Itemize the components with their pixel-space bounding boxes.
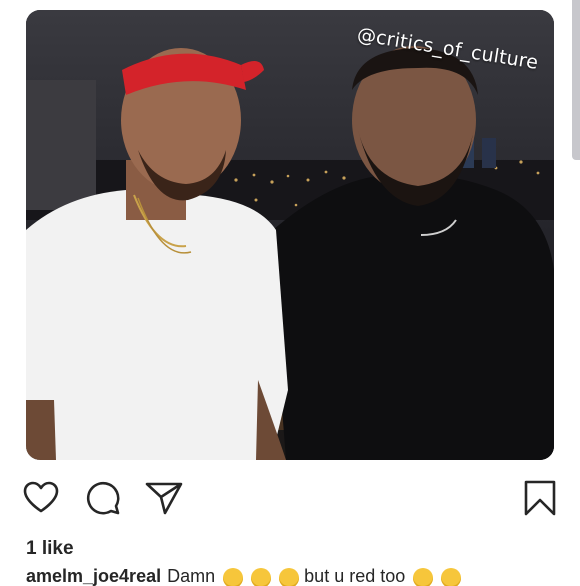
like-button[interactable]	[19, 474, 63, 522]
laughing-emoji-icon	[279, 567, 300, 586]
share-button[interactable]	[142, 474, 186, 522]
emoji-group	[220, 567, 300, 586]
post-caption: amelm_joe4real Damn but u red too	[26, 566, 566, 586]
laughing-emoji-icon	[223, 567, 244, 586]
caption-username[interactable]: amelm_joe4real	[26, 566, 161, 586]
heart-outline-icon	[23, 481, 59, 513]
bookmark-outline-icon	[524, 480, 556, 516]
scroll-indicator[interactable]	[572, 0, 580, 160]
paper-plane-icon	[145, 482, 183, 515]
comment-bubble-icon	[86, 481, 120, 515]
laughing-emoji-icon	[441, 567, 462, 586]
post-photo[interactable]: @critics_of_culture	[26, 10, 554, 460]
caption-text-start: Damn	[167, 566, 216, 586]
post-action-bar	[0, 474, 580, 524]
comment-button[interactable]	[81, 474, 125, 522]
laughing-emoji-icon	[251, 567, 272, 586]
emoji-group-2	[410, 567, 462, 586]
save-button[interactable]	[518, 474, 562, 522]
photo-illustration	[26, 10, 554, 460]
like-count[interactable]: 1 like	[26, 538, 74, 560]
laughing-emoji-icon	[413, 567, 434, 586]
caption-text-end: but u red too	[304, 566, 406, 586]
